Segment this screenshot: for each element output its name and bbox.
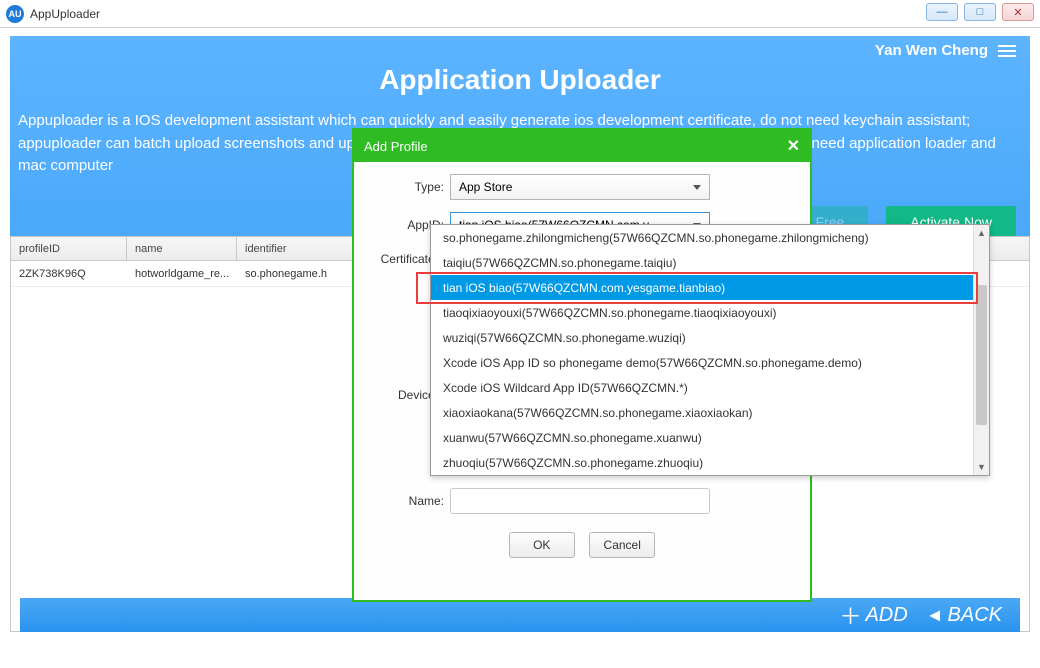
titlebar: AU AppUploader — □ ✕ [0, 0, 1040, 28]
dialog-header: Add Profile ✕ [354, 130, 810, 162]
dropdown-item[interactable]: tian iOS biao(57W66QZCMN.com.yesgame.tia… [431, 275, 989, 300]
dropdown-item[interactable]: so.phonegame.zhilongmicheng(57W66QZCMN.s… [431, 225, 989, 250]
app-name: AppUploader [30, 7, 100, 21]
cancel-button[interactable]: Cancel [589, 532, 655, 558]
scroll-down-icon[interactable]: ▼ [974, 459, 989, 475]
type-label: Type: [372, 180, 444, 194]
dialog-close-icon[interactable]: ✕ [787, 136, 800, 156]
type-combo[interactable]: App Store [450, 174, 710, 200]
dropdown-item[interactable]: tiaoqixiaoyouxi(57W66QZCMN.so.phonegame.… [431, 300, 989, 325]
back-button[interactable]: ◄BACK [926, 604, 1002, 627]
dropdown-item[interactable]: xiaoxiaokana(57W66QZCMN.so.phonegame.xia… [431, 400, 989, 425]
scroll-thumb[interactable] [976, 285, 987, 425]
minimize-button[interactable]: — [926, 3, 958, 21]
dialog-title: Add Profile [364, 139, 428, 154]
name-input[interactable] [450, 488, 710, 514]
dropdown-scrollbar[interactable]: ▲ ▼ [973, 225, 989, 475]
dropdown-item[interactable]: Xcode iOS Wildcard App ID(57W66QZCMN.*) [431, 375, 989, 400]
cell-profileid: 2ZK738K96Q [11, 261, 127, 286]
dropdown-item[interactable]: wuziqi(57W66QZCMN.so.phonegame.wuziqi) [431, 325, 989, 350]
dropdown-item[interactable]: taiqiu(57W66QZCMN.so.phonegame.taiqiu) [431, 250, 989, 275]
col-profileid: profileID [11, 237, 127, 260]
app-logo-icon: AU [6, 5, 24, 23]
scroll-up-icon[interactable]: ▲ [974, 225, 989, 241]
maximize-button[interactable]: □ [964, 3, 996, 21]
user-name: Yan Wen Cheng [875, 42, 988, 59]
footer-bar: ＋ADD ◄BACK [20, 598, 1020, 632]
appid-dropdown-list[interactable]: ▲ ▼ so.phonegame.zhilongmicheng(57W66QZC… [430, 224, 990, 476]
close-window-button[interactable]: ✕ [1002, 3, 1034, 21]
cell-name: hotworldgame_re... [127, 261, 237, 286]
add-button[interactable]: ＋ADD [839, 599, 907, 631]
name-label: Name: [372, 494, 444, 508]
col-name: name [127, 237, 237, 260]
plus-icon: ＋ [839, 599, 861, 631]
dropdown-item[interactable]: xuanwu(57W66QZCMN.so.phonegame.xuanwu) [431, 425, 989, 450]
dropdown-item[interactable]: zhuoqiu(57W66QZCMN.so.phonegame.zhuoqiu) [431, 450, 989, 475]
window-controls: — □ ✕ [926, 3, 1034, 21]
user-bar: Yan Wen Cheng [875, 42, 1016, 59]
back-arrow-icon: ◄ [926, 605, 944, 626]
hamburger-menu-icon[interactable] [998, 45, 1016, 57]
dropdown-item[interactable]: Xcode iOS App ID so phonegame demo(57W66… [431, 350, 989, 375]
ok-button[interactable]: OK [509, 532, 575, 558]
